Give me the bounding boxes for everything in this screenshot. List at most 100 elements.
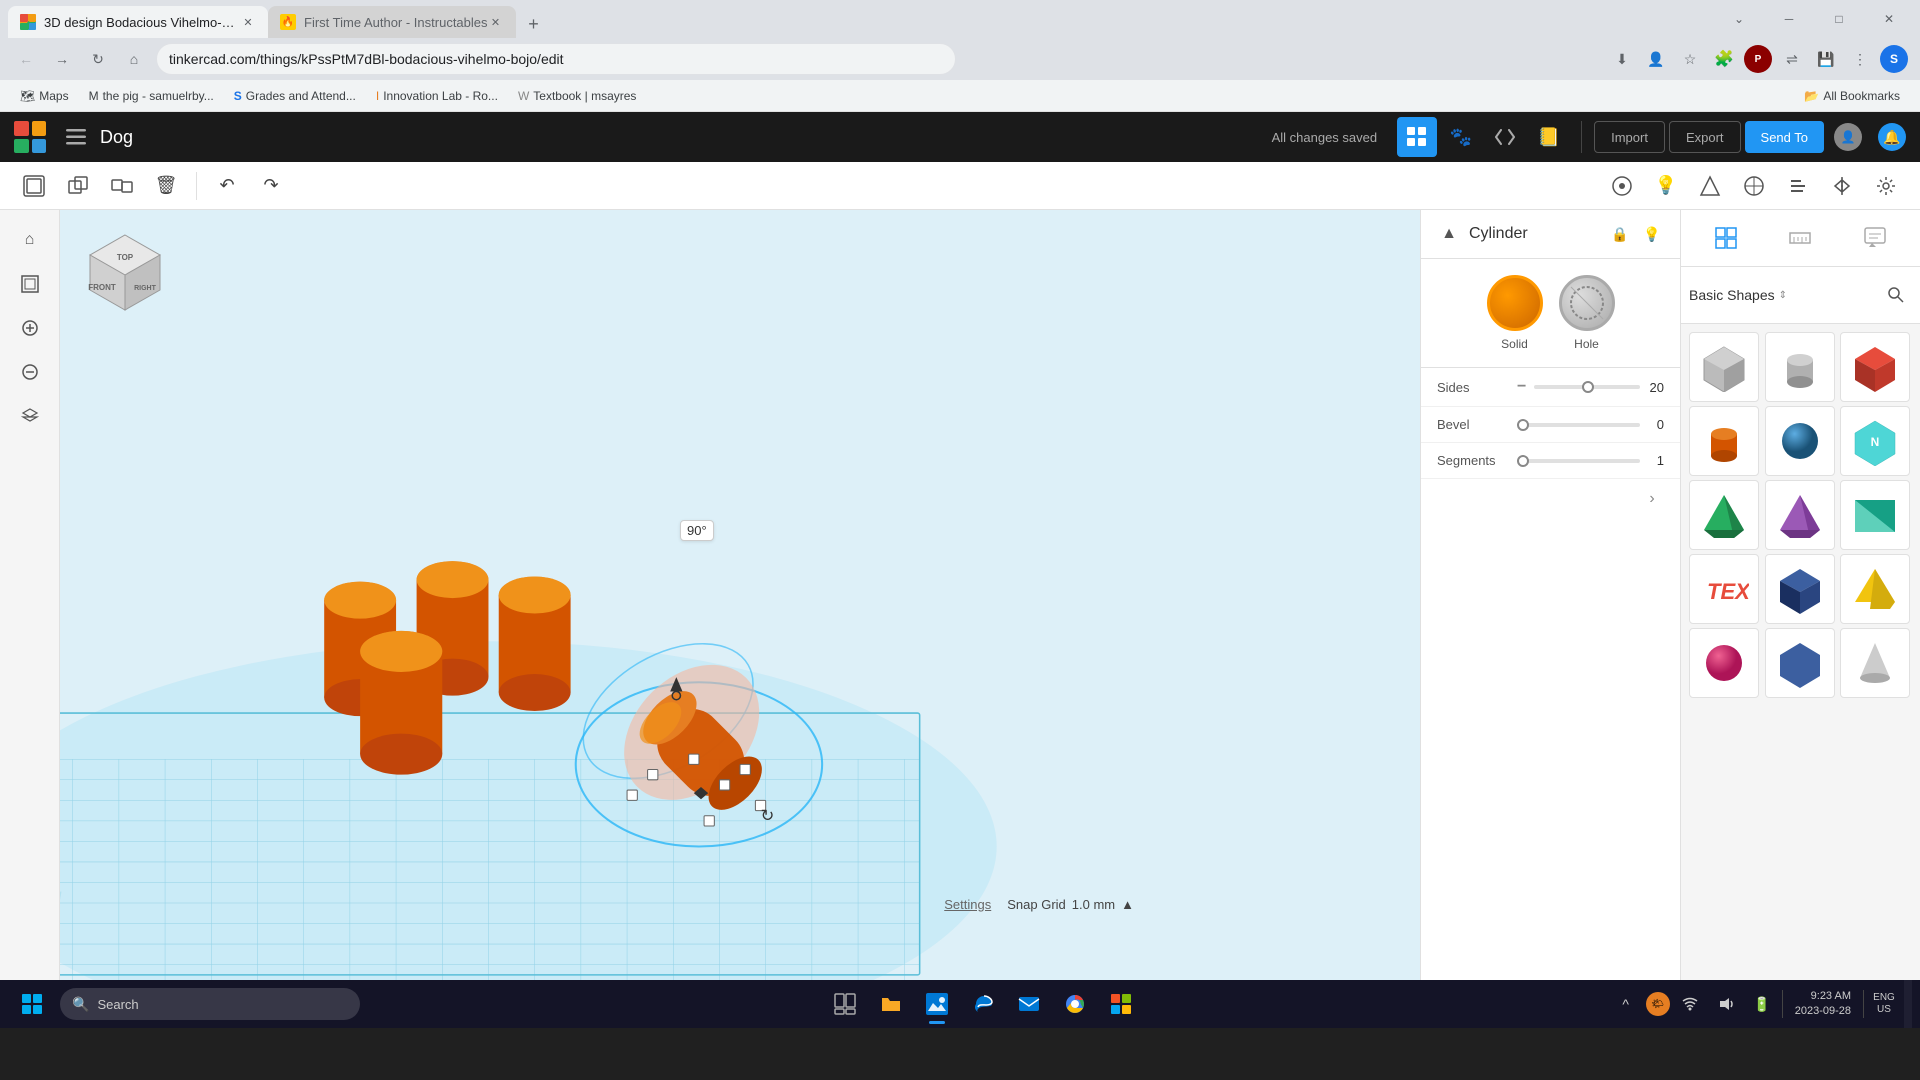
maximize-btn[interactable]: □ bbox=[1816, 3, 1862, 35]
export-btn[interactable]: Export bbox=[1669, 121, 1741, 153]
taskbar-explorer[interactable] bbox=[869, 982, 913, 1026]
solid-option[interactable]: Solid bbox=[1487, 275, 1543, 351]
reload-btn[interactable]: ↻ bbox=[84, 45, 112, 73]
delete-btn[interactable]: 🗑 bbox=[148, 168, 184, 204]
downloads-icon[interactable]: ⬇ bbox=[1608, 45, 1636, 73]
view-mode-btn[interactable] bbox=[1604, 168, 1640, 204]
segments-thumb[interactable] bbox=[1517, 455, 1529, 467]
weather-icon[interactable]: 🌤 bbox=[1646, 992, 1670, 1016]
battery-icon[interactable]: 🔋 bbox=[1746, 988, 1778, 1020]
taskbar-chrome[interactable] bbox=[1053, 982, 1097, 1026]
shape-sphere-blue[interactable] bbox=[1765, 406, 1835, 476]
bevel-track[interactable] bbox=[1517, 423, 1640, 427]
all-bookmarks-btn[interactable]: 📂 All Bookmarks bbox=[1796, 87, 1908, 105]
zoom-out-btn[interactable] bbox=[12, 354, 48, 390]
notifications-btn[interactable]: 🔔 bbox=[1872, 117, 1912, 157]
shapes-category-dropdown[interactable]: Basic Shapes ⇕ bbox=[1689, 287, 1880, 303]
star-icon[interactable]: ☆ bbox=[1676, 45, 1704, 73]
close-btn[interactable]: ✕ bbox=[1866, 3, 1912, 35]
segments-track[interactable] bbox=[1517, 459, 1640, 463]
shape-text-red[interactable]: TEXT bbox=[1689, 554, 1759, 624]
notification-bar[interactable] bbox=[1904, 980, 1912, 1028]
start-btn[interactable] bbox=[8, 980, 56, 1028]
viewport[interactable]: tinkercad autodesk bbox=[60, 210, 1420, 980]
shapes-search-btn[interactable] bbox=[1880, 279, 1912, 311]
sides-slider[interactable]: − bbox=[1517, 378, 1640, 396]
zoom-in-btn[interactable] bbox=[12, 310, 48, 346]
more-icon[interactable]: ⋮ bbox=[1846, 45, 1874, 73]
orientation-cube[interactable]: TOP FRONT RIGHT bbox=[80, 230, 170, 320]
bookmark-textbook[interactable]: W Textbook | msayres bbox=[510, 87, 644, 105]
taskbar-photos[interactable] bbox=[915, 982, 959, 1026]
bookmark-maps[interactable]: 🗺 Maps bbox=[12, 87, 77, 105]
sides-minus[interactable]: − bbox=[1517, 378, 1526, 396]
settings-2-btn[interactable] bbox=[1868, 168, 1904, 204]
clock[interactable]: 9:23 AM 2023-09-28 bbox=[1787, 989, 1859, 1020]
shape-cylinder-grey[interactable] bbox=[1765, 332, 1835, 402]
taskbar-search[interactable]: 🔍 Search bbox=[60, 988, 360, 1020]
taskbar-store[interactable] bbox=[1099, 982, 1143, 1026]
save-page-icon[interactable]: 💾 bbox=[1812, 45, 1840, 73]
shape-blue-misc[interactable] bbox=[1765, 628, 1835, 698]
shape-box-navy[interactable] bbox=[1765, 554, 1835, 624]
ruler-tab[interactable] bbox=[1780, 218, 1820, 258]
tab-instructables[interactable]: 🔥 First Time Author - Instructables ✕ bbox=[268, 6, 516, 38]
new-design-btn[interactable] bbox=[16, 168, 52, 204]
tabs-dropdown-btn[interactable]: ⌄ bbox=[1716, 3, 1762, 35]
user-account-btn[interactable]: 👤 bbox=[1828, 117, 1868, 157]
chat-tab[interactable] bbox=[1855, 218, 1895, 258]
lock-icon[interactable]: 🔒 bbox=[1608, 222, 1632, 246]
mirror-btn[interactable] bbox=[1824, 168, 1860, 204]
light-btn[interactable]: 💡 bbox=[1648, 168, 1684, 204]
tab-close-2[interactable]: ✕ bbox=[488, 14, 504, 30]
volume-icon[interactable] bbox=[1710, 988, 1742, 1020]
tab-tinkercad[interactable]: 3D design Bodacious Vihelmo-B... ✕ bbox=[8, 6, 268, 38]
grid-view-btn[interactable] bbox=[1397, 117, 1437, 157]
codeblocks-btn[interactable] bbox=[1485, 117, 1525, 157]
home-view-btn[interactable]: ⌂ bbox=[12, 222, 48, 258]
extension-puzzle-icon[interactable]: 🧩 bbox=[1710, 45, 1738, 73]
align-btn[interactable] bbox=[1780, 168, 1816, 204]
forward-btn[interactable]: → bbox=[48, 45, 76, 73]
segments-slider[interactable] bbox=[1517, 459, 1640, 463]
back-btn[interactable]: ← bbox=[12, 45, 40, 73]
tinkercad-logo[interactable] bbox=[0, 112, 60, 162]
group-btn[interactable] bbox=[60, 168, 96, 204]
shape-cone-grey[interactable] bbox=[1840, 628, 1910, 698]
minimize-btn[interactable]: ─ bbox=[1766, 3, 1812, 35]
hole-option[interactable]: Hole bbox=[1559, 275, 1615, 351]
layers-btn[interactable] bbox=[12, 398, 48, 434]
settings-link[interactable]: Settings bbox=[944, 897, 991, 912]
redo-btn[interactable]: ↷ bbox=[253, 168, 289, 204]
bookmark-grades[interactable]: S Grades and Attend... bbox=[226, 87, 364, 105]
shape-pyramid-green[interactable] bbox=[1689, 480, 1759, 550]
shape-cylinder-orange[interactable] bbox=[1689, 406, 1759, 476]
user-profile-icon[interactable]: S bbox=[1880, 45, 1908, 73]
home-btn[interactable]: ⌂ bbox=[120, 45, 148, 73]
address-input[interactable]: tinkercad.com/things/kPssPtM7dBl-bodacio… bbox=[156, 43, 956, 75]
bevel-thumb[interactable] bbox=[1517, 419, 1529, 431]
menu-hamburger-btn[interactable] bbox=[60, 121, 92, 153]
sendto-btn[interactable]: Send To bbox=[1745, 121, 1824, 153]
ungroup-btn[interactable] bbox=[104, 168, 140, 204]
taskbar-edge[interactable] bbox=[961, 982, 1005, 1026]
shape-box-grey[interactable] bbox=[1689, 332, 1759, 402]
locale-display[interactable]: ENG US bbox=[1868, 988, 1900, 1020]
snap-grid-arrow[interactable]: ▲ bbox=[1121, 897, 1134, 912]
shapes-toggle-btn[interactable] bbox=[1692, 168, 1728, 204]
shape-prism-yellow[interactable] bbox=[1840, 554, 1910, 624]
sides-thumb[interactable] bbox=[1582, 381, 1594, 393]
import-btn[interactable]: Import bbox=[1594, 121, 1665, 153]
bookmark-gmail[interactable]: M the pig - samuelrby... bbox=[81, 87, 222, 105]
hidden-icons-btn[interactable]: ^ bbox=[1610, 988, 1642, 1020]
shape-sphere-pink[interactable] bbox=[1689, 628, 1759, 698]
shape-wedge-teal[interactable] bbox=[1840, 480, 1910, 550]
paw-view-btn[interactable]: 🐾 bbox=[1441, 117, 1481, 157]
shape-misc-teal[interactable]: N bbox=[1840, 406, 1910, 476]
shape-pyramid-purple[interactable] bbox=[1765, 480, 1835, 550]
sides-track[interactable] bbox=[1534, 385, 1640, 389]
extension-custom-icon[interactable]: P bbox=[1744, 45, 1772, 73]
taskbar-mail[interactable] bbox=[1007, 982, 1051, 1026]
tab-close-1[interactable]: ✕ bbox=[240, 14, 256, 30]
shape-box-red[interactable] bbox=[1840, 332, 1910, 402]
